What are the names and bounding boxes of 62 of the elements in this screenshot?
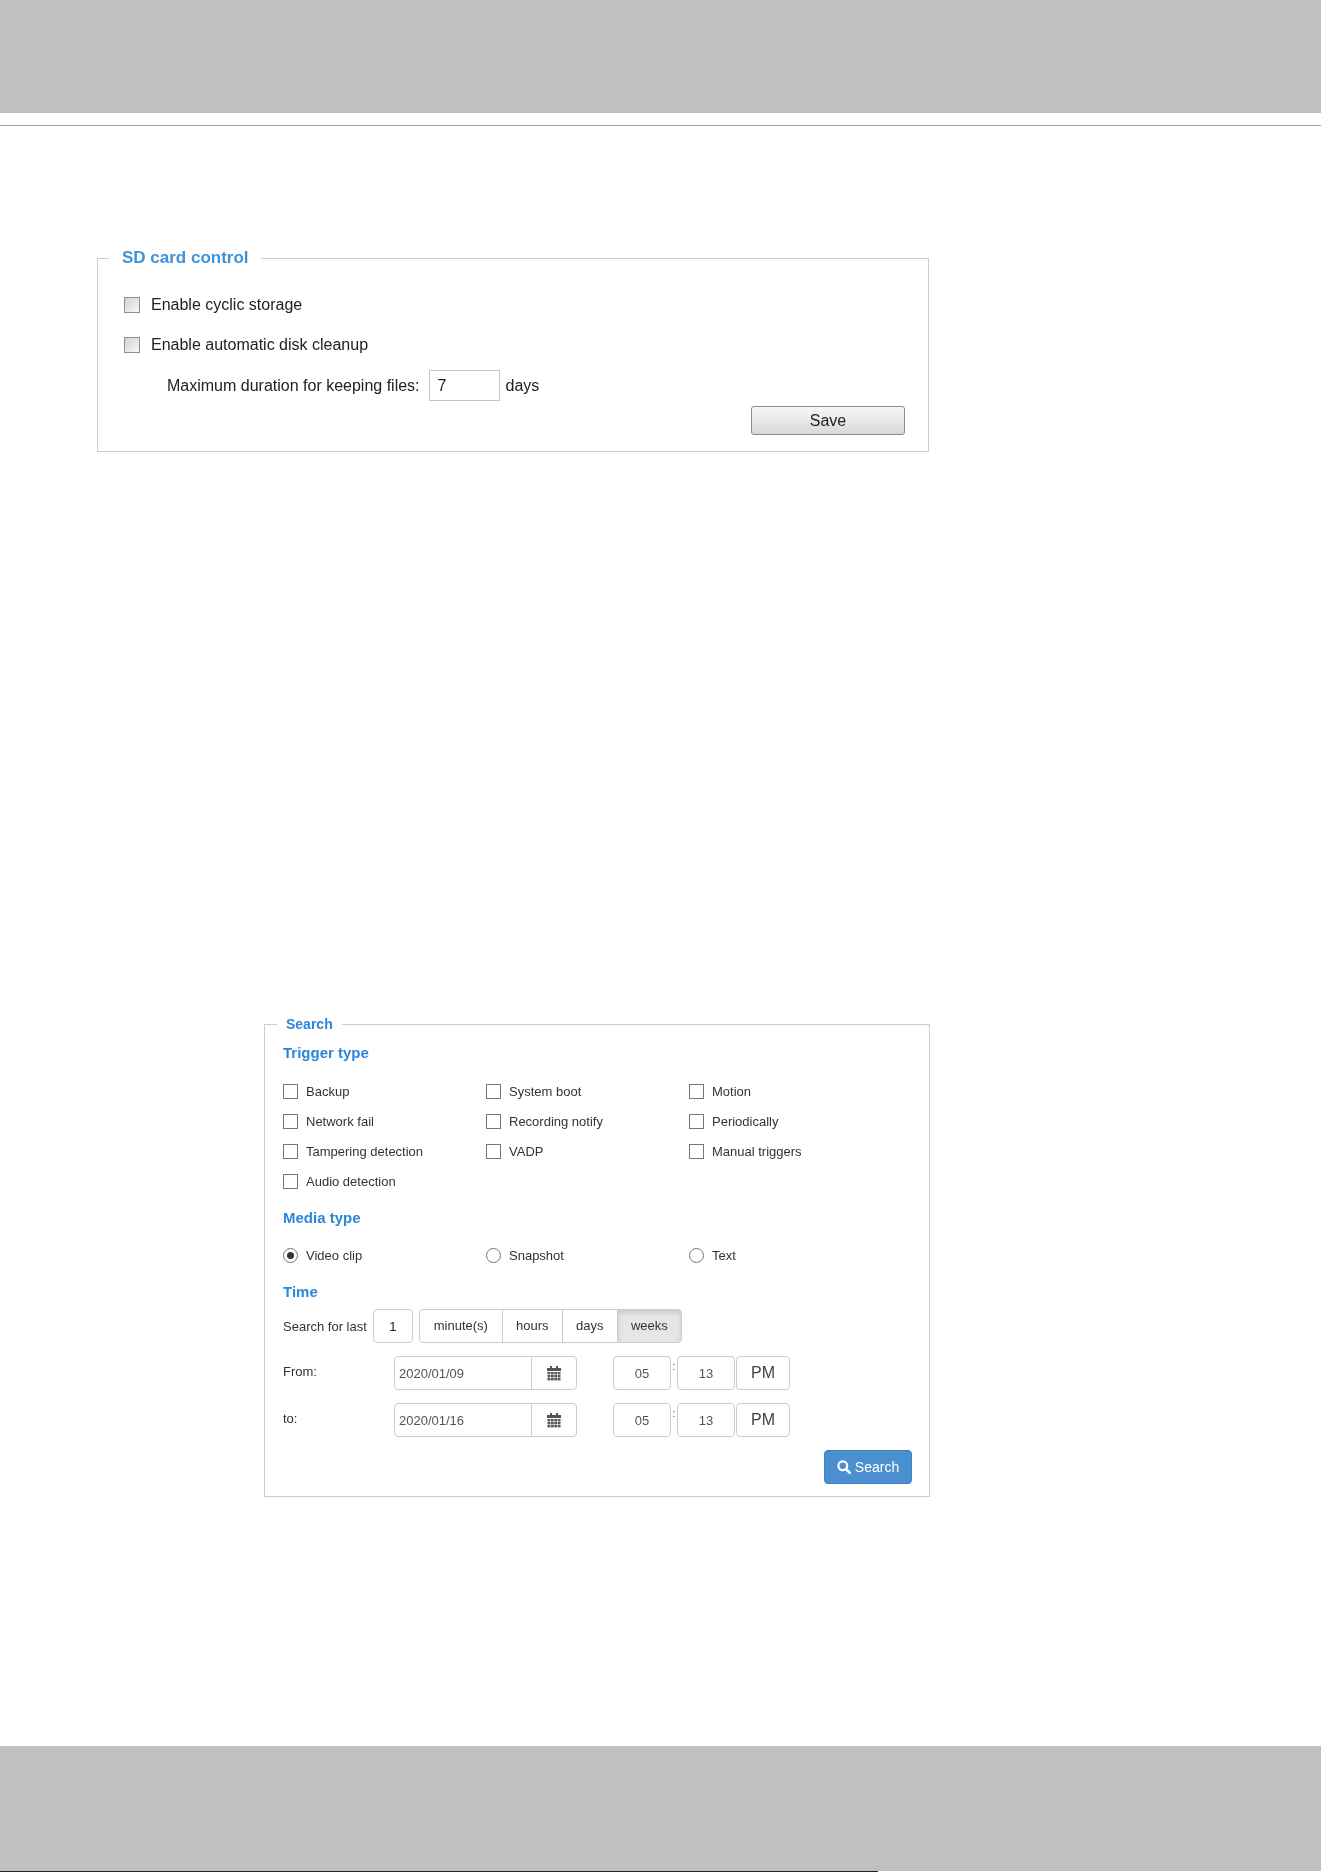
checkbox[interactable]	[124, 337, 140, 353]
checkbox-label: System boot	[509, 1083, 582, 1099]
unit-label: days	[505, 376, 540, 395]
days-input[interactable]: 7	[428, 370, 500, 401]
section-heading: Media type	[283, 1209, 361, 1227]
checkbox-label: Network fail	[306, 1113, 374, 1129]
period-button[interactable]: PM	[736, 1356, 790, 1390]
date-input[interactable]: 2020/01/09	[394, 1356, 532, 1390]
field-label: to:	[283, 1411, 298, 1426]
checkbox[interactable]	[124, 297, 140, 313]
section-heading: Time	[283, 1283, 318, 1301]
minute-input[interactable]: 13	[677, 1356, 735, 1390]
save-button[interactable]: Save	[751, 406, 905, 435]
radio-button[interactable]	[486, 1247, 501, 1263]
checkbox[interactable]	[283, 1143, 298, 1159]
unit-button[interactable]: minute(s)	[418, 1309, 503, 1343]
hour-input[interactable]: 05	[613, 1403, 671, 1437]
checkbox-label: Enable cyclic storage	[151, 296, 303, 314]
panel-title: Search	[285, 1016, 334, 1032]
unit-button[interactable]: days	[561, 1309, 618, 1343]
search-icon	[836, 1460, 851, 1474]
calendar-button[interactable]	[531, 1403, 577, 1437]
radio-label: Video clip	[306, 1247, 363, 1263]
checkbox[interactable]	[486, 1083, 501, 1099]
field-label: Search for last	[283, 1318, 367, 1334]
hour-input[interactable]: 05	[613, 1356, 671, 1390]
time-separator: :	[671, 1362, 677, 1372]
checkbox[interactable]	[689, 1143, 704, 1159]
checkbox[interactable]	[486, 1143, 501, 1159]
calendar-icon	[547, 1365, 561, 1381]
checkbox-label: Motion	[712, 1083, 752, 1099]
checkbox-label: Periodically	[712, 1113, 779, 1129]
checkbox[interactable]	[283, 1113, 298, 1129]
field-label: From:	[283, 1364, 317, 1379]
checkbox-label: Manual triggers	[712, 1143, 802, 1159]
calendar-button[interactable]	[531, 1356, 577, 1390]
checkbox[interactable]	[689, 1113, 704, 1129]
calendar-icon	[547, 1412, 561, 1428]
checkbox-label: Backup	[306, 1083, 350, 1099]
checkbox-label: Audio detection	[306, 1173, 396, 1189]
checkbox[interactable]	[283, 1173, 298, 1189]
radio-label: Snapshot	[509, 1247, 564, 1263]
unit-button[interactable]: weeks	[616, 1309, 682, 1343]
checkbox-label: Recording notify	[509, 1113, 603, 1129]
checkbox[interactable]	[486, 1113, 501, 1129]
period-button[interactable]: PM	[736, 1403, 790, 1437]
checkbox-label: Tampering detection	[306, 1143, 424, 1159]
field-label: Maximum duration for keeping files:	[167, 376, 420, 395]
minute-input[interactable]: 13	[677, 1403, 735, 1437]
radio-button[interactable]	[283, 1247, 298, 1263]
checkbox[interactable]	[283, 1083, 298, 1099]
checkbox-label: Enable automatic disk cleanup	[151, 336, 369, 354]
panel-title: SD card control	[121, 248, 250, 268]
radio-button[interactable]	[689, 1247, 704, 1263]
radio-label: Text	[712, 1247, 736, 1263]
checkbox-label: VADP	[509, 1143, 544, 1159]
checkbox[interactable]	[689, 1083, 704, 1099]
date-input[interactable]: 2020/01/16	[394, 1403, 532, 1437]
number-input[interactable]: 1	[372, 1309, 413, 1343]
unit-button[interactable]: hours	[501, 1309, 563, 1343]
section-heading: Trigger type	[283, 1044, 369, 1062]
time-separator: :	[671, 1409, 677, 1419]
